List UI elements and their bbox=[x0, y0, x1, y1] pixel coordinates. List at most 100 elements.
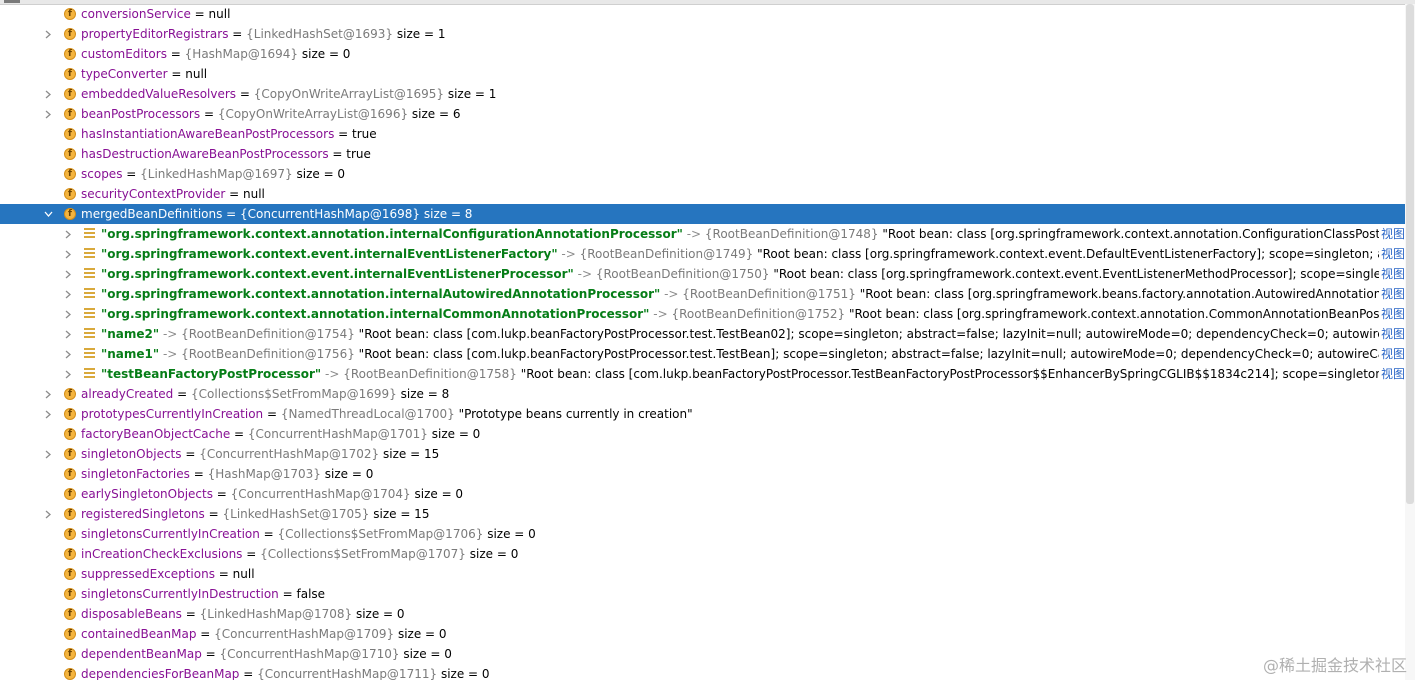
vertical-scrollbar[interactable] bbox=[1405, 4, 1415, 680]
view-link[interactable]: 视图 bbox=[1378, 284, 1405, 304]
field-name: propertyEditorRegistrars bbox=[81, 27, 229, 41]
type-hint: {RootBeanDefinition@1748} bbox=[704, 227, 879, 241]
row-content: inCreationCheckExclusions = {Collections… bbox=[81, 544, 518, 564]
tree-row[interactable]: f beanPostProcessors = {CopyOnWriteArrayL… bbox=[0, 104, 1405, 124]
chevron-down-icon[interactable] bbox=[42, 204, 54, 224]
field-value: null bbox=[243, 187, 265, 201]
map-key: "testBeanFactoryPostProcessor" bbox=[101, 367, 322, 381]
map-entry-icon bbox=[84, 328, 95, 340]
field-icon: f bbox=[64, 408, 76, 420]
type-hint: {HashMap@1694} bbox=[184, 47, 299, 61]
chevron-right-icon[interactable] bbox=[42, 24, 54, 44]
row-content: customEditors = {HashMap@1694} size = 0 bbox=[81, 44, 350, 64]
type-hint: {ConcurrentHashMap@1711} bbox=[257, 667, 438, 680]
tree-row[interactable]: f dependentBeanMap = {ConcurrentHashMap@1… bbox=[0, 644, 1405, 664]
row-content: hasInstantiationAwareBeanPostProcessors … bbox=[81, 124, 377, 144]
field-icon: f bbox=[64, 608, 76, 620]
tree-row-selected[interactable]: f mergedBeanDefinitions = {ConcurrentHash… bbox=[0, 204, 1405, 224]
tree-row[interactable]: f hasInstantiationAwareBeanPostProcessors… bbox=[0, 124, 1405, 144]
field-icon: f bbox=[64, 548, 76, 560]
field-name: containedBeanMap bbox=[81, 627, 197, 641]
chevron-right-icon[interactable] bbox=[62, 264, 74, 284]
tree-row[interactable]: f disposableBeans = {LinkedHashMap@1708} … bbox=[0, 604, 1405, 624]
map-entry-row[interactable]: "org.springframework.context.annotation.… bbox=[0, 304, 1405, 324]
tree-row[interactable]: f singletonsCurrentlyInCreation = {Collec… bbox=[0, 524, 1405, 544]
type-hint: {ConcurrentHashMap@1698} bbox=[240, 207, 421, 221]
size-value: size = 0 bbox=[431, 427, 481, 441]
row-content: prototypesCurrentlyInCreation = {NamedTh… bbox=[81, 404, 693, 424]
map-entry-icon bbox=[84, 368, 95, 380]
type-hint: {CopyOnWriteArrayList@1696} bbox=[217, 107, 409, 121]
tree-row[interactable]: f alreadyCreated = {Collections$SetFromMa… bbox=[0, 384, 1405, 404]
chevron-right-icon[interactable] bbox=[42, 84, 54, 104]
tree-row[interactable]: f containedBeanMap = {ConcurrentHashMap@1… bbox=[0, 624, 1405, 644]
chevron-right-icon[interactable] bbox=[42, 384, 54, 404]
scrollbar-thumb[interactable] bbox=[1406, 4, 1414, 504]
tree-row[interactable]: f singletonsCurrentlyInDestruction = fals… bbox=[0, 584, 1405, 604]
tree-row[interactable]: f hasDestructionAwareBeanPostProcessors =… bbox=[0, 144, 1405, 164]
map-key: "org.springframework.context.event.inter… bbox=[101, 267, 574, 281]
entry-value: "Root bean: class [org.springframework.c… bbox=[848, 307, 1405, 321]
view-link[interactable]: 视图 bbox=[1378, 224, 1405, 244]
chevron-right-icon[interactable] bbox=[62, 304, 74, 324]
field-icon: f bbox=[64, 188, 76, 200]
tree-row[interactable]: f earlySingletonObjects = {ConcurrentHash… bbox=[0, 484, 1405, 504]
map-entry-row[interactable]: "name1" -> {RootBeanDefinition@1756} "Ro… bbox=[0, 344, 1405, 364]
map-entry-row[interactable]: "org.springframework.context.event.inter… bbox=[0, 264, 1405, 284]
view-link[interactable]: 视图 bbox=[1378, 344, 1405, 364]
view-link[interactable]: 视图 bbox=[1378, 264, 1405, 284]
chevron-right-icon[interactable] bbox=[62, 244, 74, 264]
equals-sign: = bbox=[328, 147, 347, 161]
tree-row[interactable]: f factoryBeanObjectCache = {ConcurrentHas… bbox=[0, 424, 1405, 444]
equals-sign: = bbox=[239, 667, 258, 680]
tree-row[interactable]: f conversionService = null bbox=[0, 4, 1405, 24]
chevron-right-icon[interactable] bbox=[62, 344, 74, 364]
tree-row[interactable]: f embeddedValueResolvers = {CopyOnWriteAr… bbox=[0, 84, 1405, 104]
map-entry-row[interactable]: "org.springframework.context.annotation.… bbox=[0, 284, 1405, 304]
chevron-right-icon[interactable] bbox=[62, 224, 74, 244]
tree-row[interactable]: f inCreationCheckExclusions = {Collection… bbox=[0, 544, 1405, 564]
chevron-right-icon[interactable] bbox=[42, 444, 54, 464]
tree-row[interactable]: f scopes = {LinkedHashMap@1697} size = 0 bbox=[0, 164, 1405, 184]
row-content: scopes = {LinkedHashMap@1697} size = 0 bbox=[81, 164, 345, 184]
view-link[interactable]: 视图 bbox=[1378, 304, 1405, 324]
size-value: size = 0 bbox=[355, 607, 405, 621]
map-entry-row[interactable]: "name2" -> {RootBeanDefinition@1754} "Ro… bbox=[0, 324, 1405, 344]
tree-row[interactable]: f customEditors = {HashMap@1694} size = 0 bbox=[0, 44, 1405, 64]
tree-row[interactable]: f dependenciesForBeanMap = {ConcurrentHas… bbox=[0, 664, 1405, 680]
tree-row[interactable]: f typeConverter = null bbox=[0, 64, 1405, 84]
map-entry-row[interactable]: "org.springframework.context.event.inter… bbox=[0, 244, 1405, 264]
type-hint: {Collections$SetFromMap@1706} bbox=[277, 527, 484, 541]
row-content: earlySingletonObjects = {ConcurrentHashM… bbox=[81, 484, 463, 504]
type-hint: {RootBeanDefinition@1749} bbox=[579, 247, 754, 261]
chevron-right-icon[interactable] bbox=[62, 284, 74, 304]
field-icon: f bbox=[64, 28, 76, 40]
tree-row[interactable]: f singletonObjects = {ConcurrentHashMap@1… bbox=[0, 444, 1405, 464]
equals-sign: = bbox=[334, 127, 353, 141]
variables-tree[interactable]: f conversionService = null f propertyEditor… bbox=[0, 4, 1405, 680]
tree-row[interactable]: f prototypesCurrentlyInCreation = {NamedT… bbox=[0, 404, 1405, 424]
tree-row[interactable]: f propertyEditorRegistrars = {LinkedHashS… bbox=[0, 24, 1405, 44]
type-hint: {RootBeanDefinition@1751} bbox=[682, 287, 856, 301]
chevron-right-icon[interactable] bbox=[42, 404, 54, 424]
chevron-right-icon[interactable] bbox=[42, 504, 54, 524]
tree-row[interactable]: f singletonFactories = {HashMap@1703} siz… bbox=[0, 464, 1405, 484]
chevron-right-icon[interactable] bbox=[62, 364, 74, 384]
tree-row[interactable]: f registeredSingletons = {LinkedHashSet@1… bbox=[0, 504, 1405, 524]
type-hint: {ConcurrentHashMap@1704} bbox=[230, 487, 411, 501]
chevron-right-icon[interactable] bbox=[62, 324, 74, 344]
map-entry-row[interactable]: "org.springframework.context.annotation.… bbox=[0, 224, 1405, 244]
type-hint: {RootBeanDefinition@1752} bbox=[671, 307, 846, 321]
view-link[interactable]: 视图 bbox=[1378, 244, 1405, 264]
type-hint: {LinkedHashSet@1705} bbox=[222, 507, 370, 521]
field-value: true bbox=[352, 127, 377, 141]
tree-row[interactable]: f suppressedExceptions = null bbox=[0, 564, 1405, 584]
chevron-right-icon[interactable] bbox=[42, 104, 54, 124]
view-link[interactable]: 视图 bbox=[1378, 324, 1405, 344]
tree-row[interactable]: f securityContextProvider = null bbox=[0, 184, 1405, 204]
map-entry-row[interactable]: "testBeanFactoryPostProcessor" -> {RootB… bbox=[0, 364, 1405, 384]
view-link[interactable]: 视图 bbox=[1378, 364, 1405, 384]
row-content: disposableBeans = {LinkedHashMap@1708} s… bbox=[81, 604, 405, 624]
field-name: mergedBeanDefinitions bbox=[81, 207, 223, 221]
row-content: hasDestructionAwareBeanPostProcessors = … bbox=[81, 144, 371, 164]
